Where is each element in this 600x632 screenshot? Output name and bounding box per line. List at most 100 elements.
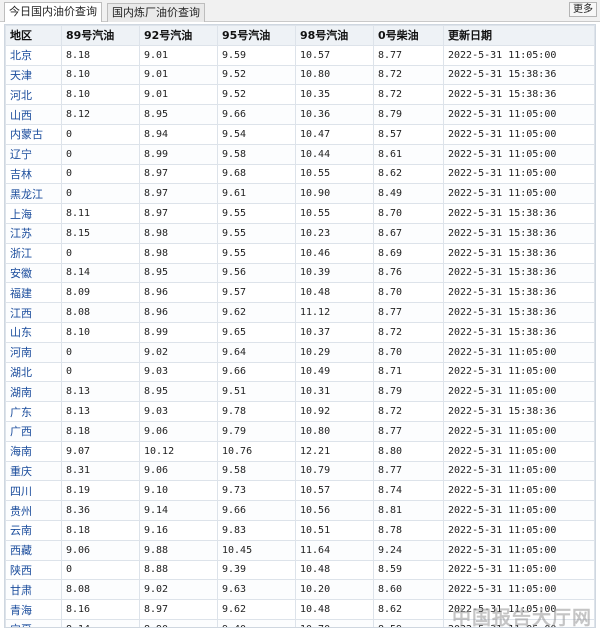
table-cell: 8.97 [139,183,218,205]
table-cell: 2022-5-31 15:38:36 [443,203,595,224]
table-cell: 9.01 [139,44,218,66]
table-cell: 12.21 [295,440,374,462]
table-cell: 8.62 [373,163,444,185]
table-cell: 8.79 [373,104,444,125]
table-cell: 9.54 [217,123,296,145]
table-cell: 2022-5-31 11:05:00 [443,104,595,125]
table-cell: 8.15 [61,222,140,244]
table-cell: 9.40 [217,618,296,627]
region-link[interactable]: 河北 [5,84,62,106]
region-link[interactable]: 福建 [5,282,62,304]
table-row: 海南 9.07 10.12 10.76 12.21 8.80 2022-5-31 11:05… [5,440,595,462]
table-row: 重庆 8.31 9.06 9.58 10.79 8.77 2022-5-31 11:05:0… [5,460,595,482]
tab-refinery-oil-price[interactable]: 国内炼厂油价查询 [107,3,205,22]
table-cell: 9.14 [139,500,218,521]
table-cell: 8.16 [61,599,140,620]
table-cell: 8.97 [139,599,218,620]
table-cell: 8.10 [61,321,140,343]
table-cell: 8.14 [61,262,140,284]
region-link[interactable]: 山东 [5,321,62,343]
table-cell: 8.57 [373,123,444,145]
table-cell: 2022-5-31 11:05:00 [443,420,595,442]
table-cell: 2022-5-31 11:05:00 [443,381,595,403]
table-cell: 2022-5-31 11:05:00 [443,559,595,581]
table-cell: 9.52 [217,64,296,86]
table-cell: 8.94 [139,123,218,145]
table-cell: 8.72 [373,401,444,422]
table-cell: 0 [61,123,140,145]
table-cell: 8.99 [139,321,218,343]
region-link[interactable]: 安徽 [5,262,62,284]
table-cell: 8.95 [139,104,218,125]
table-cell: 8.19 [61,480,140,502]
table-cell: 11.12 [295,302,374,323]
region-link[interactable]: 贵州 [5,500,62,521]
region-link[interactable]: 山西 [5,104,62,125]
region-link[interactable]: 青海 [5,599,62,620]
table-cell: 8.10 [61,84,140,106]
more-button[interactable]: 更多 [569,2,597,17]
table-cell: 9.62 [217,302,296,323]
column-header: 95号汽油 [217,25,296,46]
column-header: 地区 [5,25,62,46]
region-link[interactable]: 江苏 [5,222,62,244]
region-link[interactable]: 广东 [5,401,62,422]
table-cell: 8.31 [61,460,140,482]
table-cell: 2022-5-31 15:38:36 [443,84,595,106]
table-cell: 9.03 [139,361,218,383]
table-cell: 10.70 [295,618,374,627]
region-link[interactable]: 江西 [5,302,62,323]
table-cell: 9.01 [139,84,218,106]
table-cell: 8.18 [61,420,140,442]
table-cell: 9.65 [217,321,296,343]
table-cell: 9.61 [217,183,296,205]
table-cell: 8.77 [373,420,444,442]
table-cell: 2022-5-31 15:38:36 [443,401,595,422]
region-link[interactable]: 河南 [5,341,62,363]
table-cell: 8.09 [61,282,140,304]
region-link[interactable]: 宁夏 [5,618,62,627]
region-link[interactable]: 内蒙古 [5,123,62,145]
table-cell: 9.66 [217,361,296,383]
region-link[interactable]: 北京 [5,44,62,66]
region-link[interactable]: 四川 [5,480,62,502]
table-cell: 8.76 [373,262,444,284]
table-row: 安徽 8.14 8.95 9.56 10.39 8.76 2022-5-31 15:38:3… [5,262,595,284]
table-row: 广东 8.13 9.03 9.78 10.92 8.72 2022-5-31 15:38:3… [5,401,595,422]
region-link[interactable]: 吉林 [5,163,62,185]
table-row: 辽宁 0 8.99 9.58 10.44 8.61 2022-5-31 11:05:00 [5,143,595,165]
table-row: 江西 8.08 8.96 9.62 11.12 8.77 2022-5-31 15:38:3… [5,302,595,323]
table-cell: 2022-5-31 11:05:00 [443,341,595,363]
region-link[interactable]: 西藏 [5,539,62,561]
table-cell: 8.69 [373,242,444,264]
table-row: 广西 8.18 9.06 9.79 10.80 8.77 2022-5-31 11:05:0… [5,420,595,442]
table-cell: 8.78 [373,519,444,541]
table-cell: 2022-5-31 11:05:00 [443,519,595,541]
region-link[interactable]: 上海 [5,203,62,224]
table-row: 湖北 0 9.03 9.66 10.49 8.71 2022-5-31 11:05:00 [5,361,595,383]
table-row: 内蒙古 0 8.94 9.54 10.47 8.57 2022-5-31 11:05:00 [5,123,595,145]
table-cell: 0 [61,242,140,264]
region-link[interactable]: 广西 [5,420,62,442]
region-link[interactable]: 天津 [5,64,62,86]
region-link[interactable]: 湖南 [5,381,62,403]
region-link[interactable]: 陕西 [5,559,62,581]
table-cell: 8.72 [373,64,444,86]
tab-domestic-oil-price[interactable]: 今日国内油价查询 [4,2,102,22]
table-cell: 2022-5-31 11:05:00 [443,163,595,185]
region-link[interactable]: 黑龙江 [5,183,62,205]
region-link[interactable]: 辽宁 [5,143,62,165]
table-row: 陕西 0 8.88 9.39 10.48 8.59 2022-5-31 11:05:00 [5,559,595,581]
table-cell: 2022-5-31 15:38:36 [443,302,595,323]
region-link[interactable]: 湖北 [5,361,62,383]
column-header: 0号柴油 [373,25,444,46]
table-cell: 9.06 [61,539,140,561]
region-link[interactable]: 重庆 [5,460,62,482]
region-link[interactable]: 甘肃 [5,579,62,601]
table-cell: 2022-5-31 11:05:00 [443,361,595,383]
region-link[interactable]: 浙江 [5,242,62,264]
region-link[interactable]: 海南 [5,440,62,462]
table-row: 北京 8.18 9.01 9.59 10.57 8.77 2022-5-31 11:05:0… [5,44,595,66]
table-cell: 8.95 [139,381,218,403]
region-link[interactable]: 云南 [5,519,62,541]
